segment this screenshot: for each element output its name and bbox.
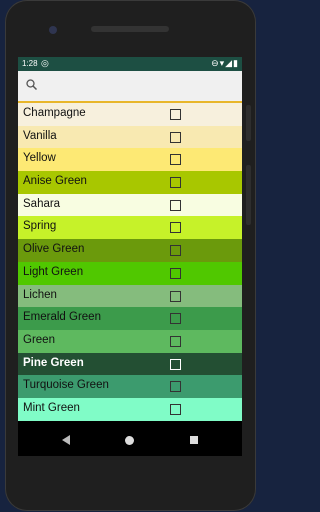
earpiece — [91, 26, 169, 32]
recents-icon[interactable] — [190, 436, 198, 444]
checkbox[interactable] — [170, 131, 181, 143]
list-item-label: Light Green — [23, 265, 84, 278]
list-item-label: Olive Green — [23, 243, 85, 256]
volume-button[interactable] — [246, 165, 251, 225]
list-item[interactable]: Champagne — [18, 103, 242, 126]
list-item-label: Pine Green — [23, 356, 84, 369]
search-icon — [26, 79, 38, 91]
checkbox[interactable] — [170, 381, 181, 393]
list-item-label: Vanilla — [23, 129, 57, 142]
list-item[interactable]: Yellow — [18, 148, 242, 172]
navigation-bar — [18, 427, 242, 455]
checkbox[interactable] — [170, 290, 181, 302]
back-icon[interactable] — [62, 435, 70, 445]
list-item[interactable]: Lichen — [18, 284, 242, 308]
list-item[interactable]: Anise Green — [18, 171, 242, 194]
list-item[interactable]: Turquoise Green — [18, 375, 242, 398]
color-list: Champagne Vanilla Yellow Anise Green Sahara S… — [18, 103, 242, 421]
power-button[interactable] — [246, 105, 251, 141]
list-item-label: Turquoise Green — [23, 379, 109, 392]
status-bar: 1:28 ◎ ⊖▾◢▮ — [18, 57, 242, 71]
list-item[interactable]: Olive Green — [18, 239, 242, 262]
list-item[interactable]: Spring — [18, 216, 242, 240]
list-item-label: Green — [23, 333, 55, 346]
sync-icon: ◎ — [41, 58, 49, 68]
list-item[interactable]: Light Green — [18, 261, 242, 285]
search-input[interactable] — [42, 77, 236, 97]
list-item[interactable]: Green — [18, 329, 242, 353]
checkbox[interactable] — [170, 154, 181, 166]
status-icons: ⊖▾◢▮ — [211, 58, 239, 68]
list-item-label: Lichen — [23, 288, 57, 301]
list-item[interactable]: Pine Green — [18, 352, 242, 376]
checkbox[interactable] — [170, 199, 181, 211]
screen: 1:28 ◎ ⊖▾◢▮ Champagne Vanilla Yellow Anise … — [18, 57, 242, 456]
list-item-label: Emerald Green — [23, 311, 101, 324]
checkbox[interactable] — [170, 403, 181, 415]
status-time: 1:28 — [22, 59, 38, 68]
list-item-label: Yellow — [23, 152, 56, 165]
search-bar[interactable] — [18, 71, 242, 103]
list-item-label: Spring — [23, 220, 57, 233]
checkbox[interactable] — [170, 335, 181, 347]
checkbox[interactable] — [170, 267, 181, 279]
list-item-label: Champagne — [23, 107, 86, 119]
checkbox[interactable] — [170, 313, 181, 325]
list-item-label: Sahara — [23, 197, 61, 210]
list-item[interactable]: Emerald Green — [18, 307, 242, 330]
checkbox[interactable] — [170, 109, 181, 120]
list-item[interactable]: Sahara — [18, 193, 242, 217]
home-icon[interactable] — [125, 436, 134, 445]
checkbox[interactable] — [170, 177, 181, 189]
camera-icon — [49, 26, 57, 34]
list-item[interactable]: Vanilla — [18, 125, 242, 149]
checkbox[interactable] — [170, 222, 181, 234]
checkbox[interactable] — [170, 358, 181, 370]
list-item-label: Mint Green — [23, 401, 80, 414]
list-item[interactable]: Mint Green — [18, 397, 242, 421]
list-item-label: Anise Green — [23, 175, 87, 188]
checkbox[interactable] — [170, 245, 181, 257]
